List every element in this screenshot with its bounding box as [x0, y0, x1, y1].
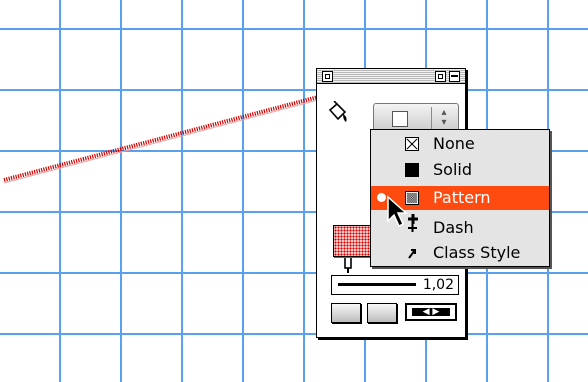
menu-item-none[interactable]: None	[371, 132, 549, 156]
menu-item-label: Class Style	[433, 243, 521, 262]
line-weight-value: 1,02	[422, 277, 454, 293]
pen-color-button[interactable]	[331, 303, 361, 323]
line-weight-sample	[338, 283, 416, 286]
empty-box-icon	[405, 137, 419, 151]
selected-bullet-icon	[377, 193, 386, 202]
popup-arrows-icon: ▴ ▾	[441, 107, 447, 128]
menu-item-label: Dash	[433, 218, 474, 237]
menu-item-label: Pattern	[433, 188, 491, 207]
line-weight-field[interactable]: 1,02	[331, 275, 459, 295]
menu-item-label: None	[433, 134, 475, 153]
menu-item-solid[interactable]: Solid	[371, 158, 549, 182]
arrowheads-button[interactable]: ◀ ▶	[405, 303, 457, 321]
paint-bucket-icon	[328, 101, 347, 122]
solid-box-icon	[405, 163, 419, 177]
zoom-box-icon[interactable]	[435, 71, 446, 82]
fill-color-button[interactable]	[367, 303, 397, 323]
menu-item-class-style[interactable]: Class Style	[371, 241, 549, 265]
arrowheads-icon: ◀ ▶	[412, 308, 450, 317]
mouse-pointer-icon	[387, 195, 418, 228]
fill-pattern-swatch[interactable]	[333, 225, 375, 257]
palette-titlebar[interactable]	[317, 69, 465, 84]
menu-item-label: Solid	[433, 160, 472, 179]
class-style-icon	[408, 249, 416, 259]
close-box-icon[interactable]	[322, 71, 333, 82]
collapse-box-icon[interactable]	[449, 71, 460, 82]
empty-box-icon	[392, 111, 408, 127]
